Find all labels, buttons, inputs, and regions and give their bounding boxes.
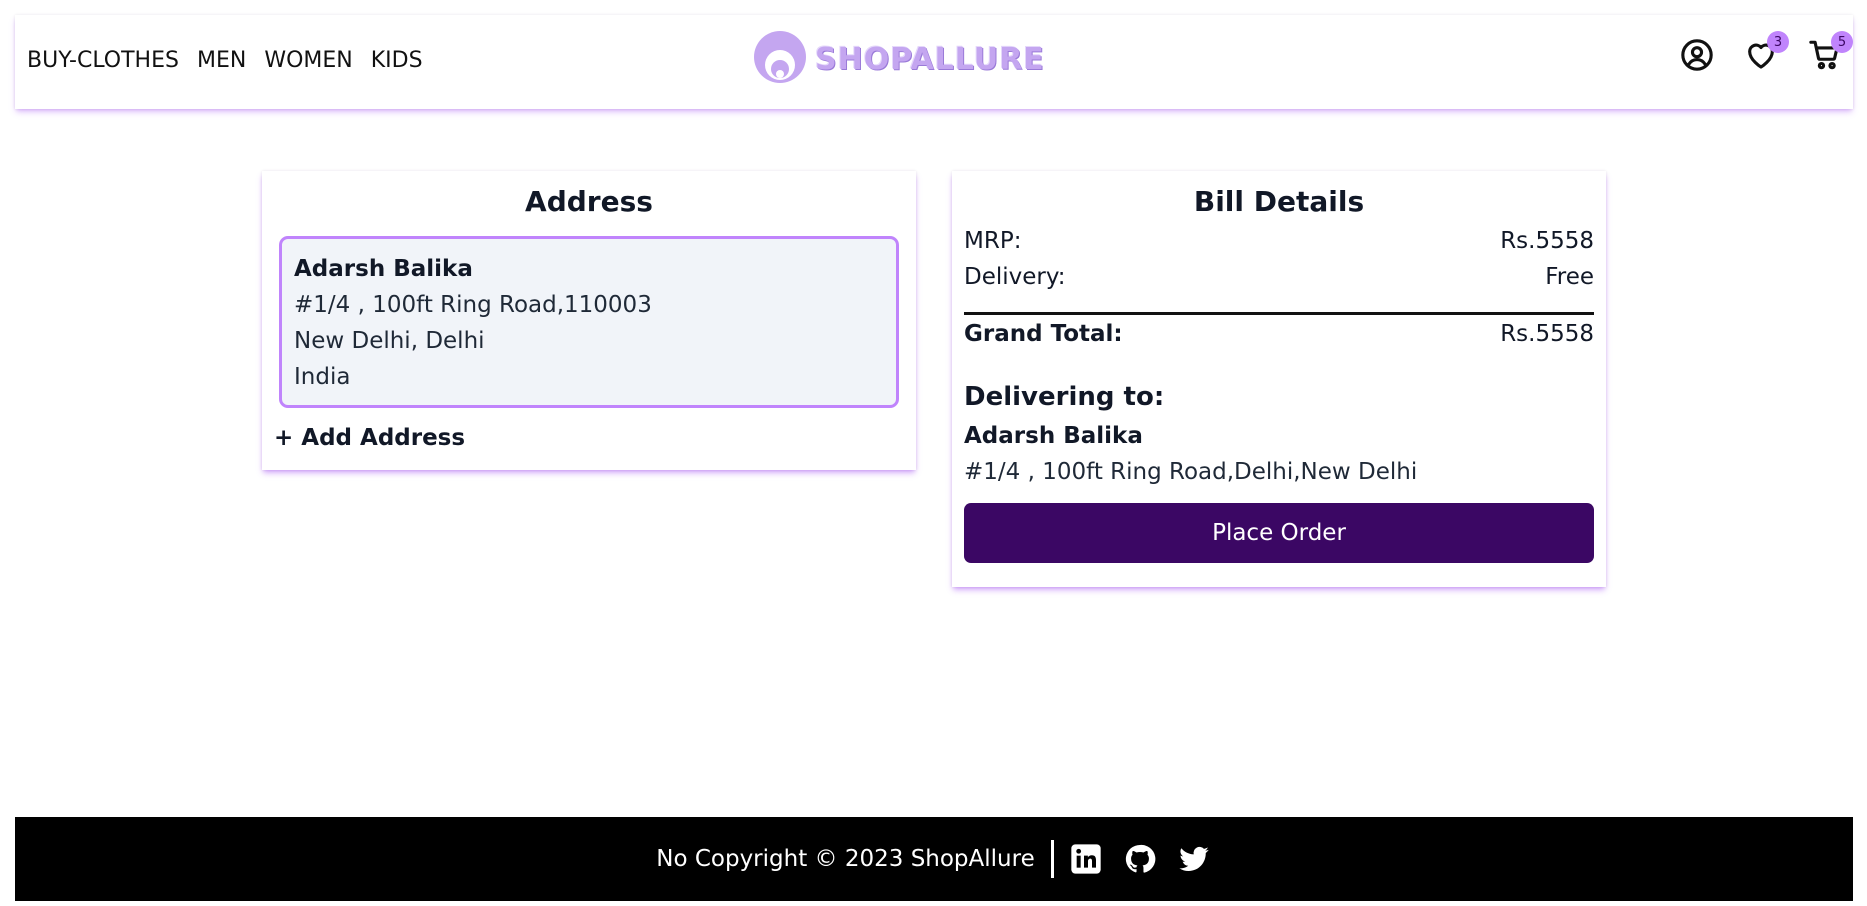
cart-count-badge: 5: [1831, 31, 1853, 53]
wishlist-button[interactable]: 3: [1743, 31, 1789, 73]
address-line2: New Delhi, Delhi: [294, 328, 485, 354]
brand-logo[interactable]: SHOPALLURE: [753, 30, 1045, 88]
twitter-icon: [1179, 846, 1209, 871]
nav-link-kids[interactable]: KIDS: [371, 48, 423, 73]
github-link[interactable]: [1122, 841, 1158, 877]
grand-total-row: Grand Total: Rs.5558: [964, 321, 1594, 347]
delivery-label: Delivery:: [964, 264, 1066, 290]
user-circle-icon: [1681, 39, 1713, 71]
mrp-row: MRP: Rs.5558: [964, 228, 1594, 254]
grand-total-value: Rs.5558: [1500, 321, 1594, 347]
cart-button[interactable]: 5: [1807, 31, 1853, 73]
twitter-link[interactable]: [1176, 841, 1212, 877]
logo-mark-icon: [753, 30, 807, 88]
delivering-name: Adarsh Balika: [964, 423, 1143, 449]
delivering-address: #1/4 , 100ft Ring Road,Delhi,New Delhi: [964, 459, 1418, 485]
footer-divider: [1050, 840, 1054, 878]
copyright-text: No Copyright © 2023 ShopAllure: [656, 846, 1035, 872]
profile-button[interactable]: [1679, 37, 1715, 73]
nav-link-women[interactable]: WOMEN: [264, 48, 352, 73]
place-order-button[interactable]: Place Order: [964, 503, 1594, 563]
nav-link-buy-clothes[interactable]: BUY-CLOTHES: [27, 48, 179, 73]
delivery-row: Delivery: Free: [964, 264, 1594, 290]
address-line1: #1/4 , 100ft Ring Road,110003: [294, 292, 652, 318]
site-header: BUY-CLOTHES MEN WOMEN KIDS SHOPALLURE 3 …: [15, 15, 1853, 109]
github-icon: [1125, 844, 1156, 873]
linkedin-icon: [1071, 844, 1101, 874]
wishlist-count-badge: 3: [1767, 31, 1789, 53]
social-links: [1068, 841, 1212, 877]
linkedin-link[interactable]: [1068, 841, 1104, 877]
address-name: Adarsh Balika: [294, 256, 473, 282]
add-address-button[interactable]: + Add Address: [274, 425, 465, 451]
bill-card-title: Bill Details: [1193, 185, 1365, 218]
grand-total-label: Grand Total:: [964, 321, 1123, 347]
address-country: India: [294, 364, 351, 390]
main-nav: BUY-CLOTHES MEN WOMEN KIDS: [27, 48, 423, 73]
delivering-to-heading: Delivering to:: [964, 382, 1165, 412]
nav-link-men[interactable]: MEN: [197, 48, 246, 73]
mrp-value: Rs.5558: [1500, 228, 1594, 254]
bill-details-card: Bill Details MRP: Rs.5558 Delivery: Free…: [952, 171, 1606, 587]
bill-divider: [964, 312, 1594, 315]
site-footer: No Copyright © 2023 ShopAllure: [15, 817, 1853, 901]
selected-address-option[interactable]: Adarsh Balika #1/4 , 100ft Ring Road,110…: [279, 236, 899, 408]
address-card: Address Adarsh Balika #1/4 , 100ft Ring …: [262, 171, 916, 470]
address-card-title: Address: [525, 185, 653, 218]
mrp-label: MRP:: [964, 228, 1022, 254]
delivery-value: Free: [1545, 264, 1594, 290]
header-actions: 3 5: [1679, 31, 1853, 73]
brand-name: SHOPALLURE: [815, 41, 1045, 77]
